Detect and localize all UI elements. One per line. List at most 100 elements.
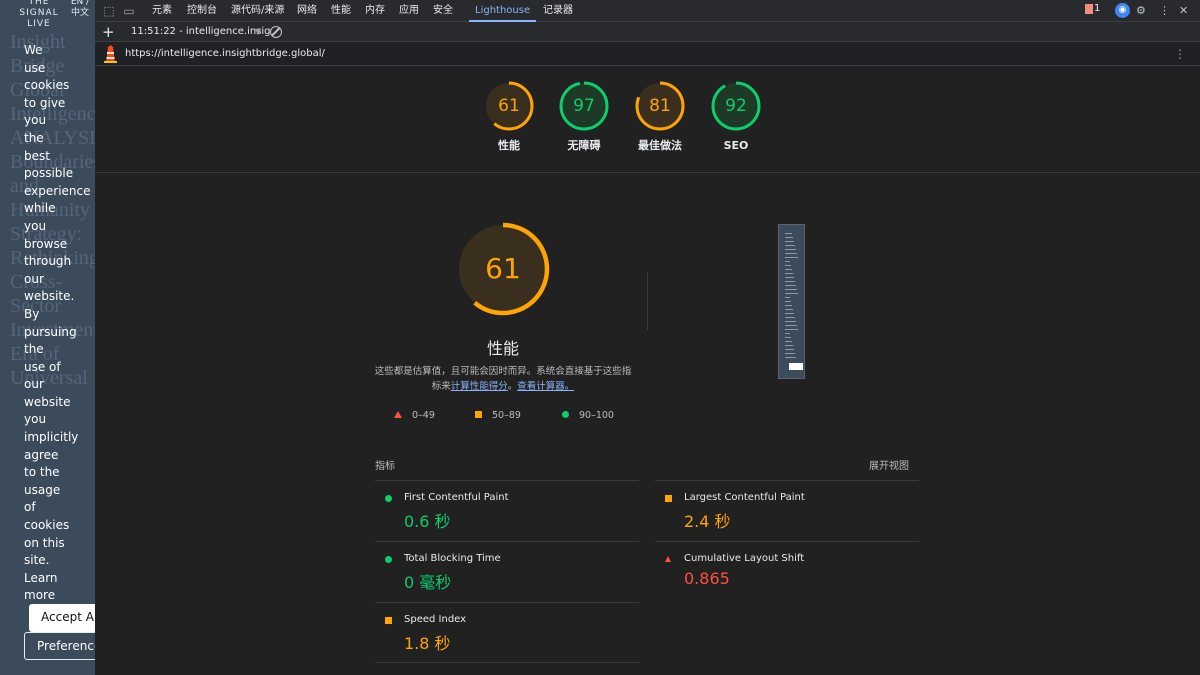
thumbnail-text-line bbox=[785, 257, 798, 258]
cookie-text-word: use of bbox=[24, 359, 61, 374]
thumbnail-text-line bbox=[785, 317, 795, 318]
tab-sources[interactable]: 源代码/来源 bbox=[231, 0, 284, 22]
clear-all-icon[interactable] bbox=[270, 26, 282, 38]
thumbnail-text-line bbox=[785, 357, 796, 358]
thumbnail-button bbox=[789, 363, 803, 370]
gauge-score: 61 bbox=[498, 96, 520, 116]
website-viewport: Insight Bridge Global Intelligence ANALY… bbox=[0, 0, 95, 675]
metric-value: 1.8 秒 bbox=[404, 634, 451, 653]
score-gauge[interactable]: 97 无障碍 bbox=[549, 81, 619, 153]
inspect-element-icon[interactable]: ⬚ bbox=[102, 4, 116, 18]
accept-all-button[interactable]: Accept All bbox=[29, 604, 95, 632]
cookie-text-word: to give bbox=[24, 95, 66, 110]
description-separator: 。 bbox=[507, 381, 518, 392]
performance-title: 性能 bbox=[486, 339, 519, 358]
pass-circle-icon bbox=[562, 411, 569, 418]
issues-count[interactable]: 1 bbox=[1094, 3, 1100, 14]
score-calculation-link[interactable]: 计算性能得分 bbox=[451, 381, 508, 392]
thumbnail-text-line bbox=[785, 281, 795, 282]
metric-name: Cumulative Layout Shift bbox=[684, 553, 805, 564]
report-url[interactable]: https://intelligence.insightbridge.globa… bbox=[125, 42, 325, 66]
cookie-text-word: website. bbox=[24, 289, 75, 304]
cookie-text-word: of bbox=[24, 500, 36, 515]
legend-average-label: 50–89 bbox=[492, 410, 521, 421]
score-gauge[interactable]: 81 最佳做法 bbox=[625, 81, 695, 153]
metric-item: Speed Index 1.8 秒 bbox=[375, 602, 639, 663]
tab-console[interactable]: 控制台 bbox=[187, 0, 217, 22]
report-selector[interactable]: 11:51:22 - intelligence.insig bbox=[131, 22, 271, 42]
performance-score: 61 bbox=[485, 252, 521, 285]
cookie-text-word: through bbox=[24, 254, 72, 269]
lighthouse-report: 61 性能 97 无障碍 81 最佳做法 92 SEO 61 性能 这些都是估算值，且可能会因… bbox=[95, 67, 1200, 675]
tab-elements[interactable]: 元素 bbox=[152, 0, 172, 22]
preferences-button[interactable]: Preferences bbox=[24, 632, 95, 660]
pass-circle-icon bbox=[385, 495, 392, 502]
thumbnail-text-line bbox=[785, 273, 793, 274]
tab-performance[interactable]: 性能 bbox=[331, 0, 351, 22]
cookie-text-word: you bbox=[24, 113, 47, 128]
tab-memory[interactable]: 内存 bbox=[365, 0, 385, 22]
final-screenshot-thumbnail[interactable] bbox=[778, 224, 805, 379]
thumbnail-text-line bbox=[785, 233, 792, 234]
tab-lighthouse[interactable]: Lighthouse bbox=[469, 0, 537, 22]
cookie-text-word: to the bbox=[24, 465, 60, 480]
extension-badge-icon[interactable]: ◉ bbox=[1115, 3, 1130, 18]
tab-security[interactable]: 安全 bbox=[433, 0, 453, 22]
cookie-banner-text: We use cookies to give you the best possible exp… bbox=[24, 42, 94, 605]
settings-gear-icon[interactable]: ⚙ bbox=[1136, 3, 1146, 18]
gauge-label: 性能 bbox=[498, 139, 520, 152]
device-toolbar-icon[interactable]: ▭ bbox=[122, 4, 136, 18]
thumbnail-text-line bbox=[785, 301, 791, 302]
fail-triangle-icon bbox=[394, 411, 402, 418]
score-gauge[interactable]: 61 性能 bbox=[474, 81, 544, 153]
legend-fail: 0–49 bbox=[394, 410, 435, 422]
thumbnail-text-line bbox=[785, 261, 790, 262]
lighthouse-logo-icon bbox=[104, 45, 117, 63]
cookie-text-word: our bbox=[24, 271, 44, 286]
site-brand[interactable]: THE SIGNAL LIVE bbox=[14, 0, 64, 30]
thumbnail-text-line bbox=[785, 333, 790, 334]
thumbnail-text-line bbox=[785, 253, 797, 254]
thumbnail-text-line bbox=[785, 293, 798, 294]
report-menu-icon[interactable]: ⋮ bbox=[1174, 42, 1186, 66]
issues-flag-icon[interactable] bbox=[1085, 4, 1093, 14]
tab-recorder[interactable]: 记录器 bbox=[543, 0, 573, 22]
new-report-plus-icon[interactable]: + bbox=[102, 22, 115, 42]
cookie-text-word: possible bbox=[24, 166, 74, 181]
chevron-down-icon[interactable]: ▼ bbox=[255, 22, 261, 42]
pass-circle-icon bbox=[385, 556, 392, 563]
gauge-label: 最佳做法 bbox=[638, 139, 682, 152]
thumbnail-text-line bbox=[785, 321, 796, 322]
website-header: THE SIGNAL LIVE EN / 中文 bbox=[0, 0, 95, 30]
more-options-icon[interactable]: ⋮ bbox=[1159, 3, 1170, 18]
average-square-icon bbox=[665, 495, 672, 502]
fail-triangle-icon bbox=[665, 556, 671, 562]
legend-pass: 90–100 bbox=[562, 410, 614, 422]
close-devtools-icon[interactable]: ✕ bbox=[1179, 3, 1188, 18]
gauge-label: 无障碍 bbox=[567, 139, 601, 152]
thumbnail-text-line bbox=[785, 309, 793, 310]
language-switch[interactable]: EN / 中文 bbox=[70, 0, 90, 19]
divider bbox=[647, 272, 648, 330]
cookie-text-word: you bbox=[24, 218, 47, 233]
cookie-text-word: on this bbox=[24, 535, 65, 550]
metric-value: 0.865 bbox=[684, 569, 730, 588]
tab-network[interactable]: 网络 bbox=[297, 0, 317, 22]
thumbnail-text-line bbox=[785, 337, 791, 338]
thumbnail-text-line bbox=[785, 349, 794, 350]
cookie-text-word: website bbox=[24, 394, 71, 409]
performance-description: 这些都是估算值，且可能会因时而异。系统会直接基于这些指标来计算性能得分。查看计算… bbox=[373, 364, 633, 394]
calculator-link[interactable]: 查看计算器。 bbox=[517, 381, 574, 392]
thumbnail-text-line bbox=[785, 249, 796, 250]
thumbnail-text-line bbox=[785, 353, 795, 354]
thumbnail-text-line bbox=[785, 313, 794, 314]
gauge-score: 81 bbox=[649, 96, 671, 116]
metric-item: First Contentful Paint 0.6 秒 bbox=[375, 480, 639, 541]
score-gauge[interactable]: 92 SEO bbox=[701, 81, 771, 153]
cookie-text-word: We bbox=[24, 43, 43, 57]
cookie-text-word: you bbox=[24, 412, 47, 427]
thumbnail-text-line bbox=[785, 341, 792, 342]
expand-view-toggle[interactable]: 展开视图 bbox=[869, 457, 909, 472]
tab-application[interactable]: 应用 bbox=[399, 0, 419, 22]
legend-fail-label: 0–49 bbox=[412, 410, 435, 421]
